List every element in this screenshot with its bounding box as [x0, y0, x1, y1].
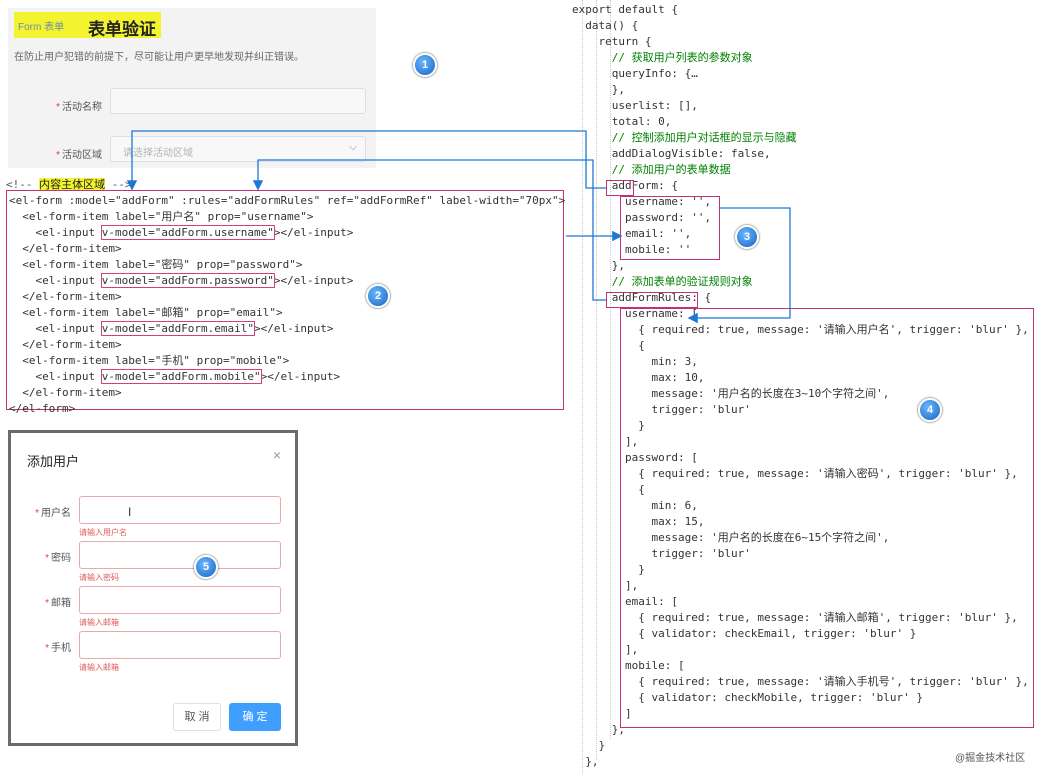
badge-5: 5: [194, 555, 218, 579]
arrow-fields-to-rules: [687, 207, 791, 324]
badge-3: 3: [735, 225, 759, 249]
badge-4: 4: [918, 398, 942, 422]
badge-2: 2: [366, 284, 390, 308]
badge-1: 1: [413, 53, 437, 77]
connector-arrows: [126, 130, 791, 324]
arrow-rules-to-addformrules: [252, 159, 606, 301]
watermark: @掘金技术社区: [955, 753, 1026, 764]
